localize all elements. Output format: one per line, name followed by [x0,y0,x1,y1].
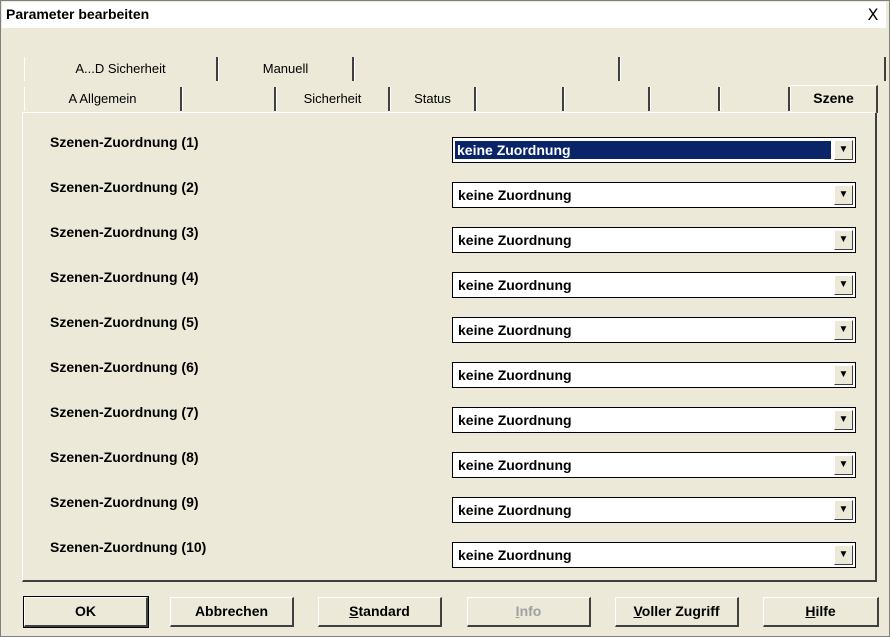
row-label-8: Szenen-Zuordnung (8) [50,449,199,465]
info-button: Info [467,597,591,627]
chevron-down-icon[interactable]: ▼ [834,365,853,385]
scene-assignment-8-select[interactable]: keine Zuordnung ▼ [452,452,856,478]
chevron-down-icon[interactable]: ▼ [834,185,853,205]
combo-value: keine Zuordnung [455,141,831,159]
row-label-2: Szenen-Zuordnung (2) [50,179,199,195]
tab-empty-3[interactable] [182,87,276,111]
scene-assignment-10-select[interactable]: keine Zuordnung ▼ [452,542,856,568]
combo-value: keine Zuordnung [458,187,572,203]
row-label-5: Szenen-Zuordnung (5) [50,314,199,330]
parameter-dialog: Parameter bearbeiten X A...D Sicherheit … [0,0,890,637]
tab-empty-6[interactable] [650,87,720,111]
tab-row-back: A...D Sicherheit Manuell [24,57,890,83]
tab-a-allgemein[interactable]: A Allgemein [24,87,182,111]
row-label-7: Szenen-Zuordnung (7) [50,404,199,420]
full-access-button[interactable]: Voller Zugriff [615,597,739,627]
chevron-down-icon[interactable]: ▼ [834,230,853,250]
tab-sicherheit[interactable]: Sicherheit [276,87,390,111]
scene-assignment-4-select[interactable]: keine Zuordnung ▼ [452,272,856,298]
combo-value: keine Zuordnung [458,547,572,563]
scene-assignment-9-select[interactable]: keine Zuordnung ▼ [452,497,856,523]
combo-value: keine Zuordnung [458,367,572,383]
chevron-down-icon[interactable]: ▼ [834,455,853,475]
tab-manuell[interactable]: Manuell [218,57,354,81]
combo-value: keine Zuordnung [458,502,572,518]
close-icon[interactable]: X [864,5,882,25]
tab-a-d-sicherheit[interactable]: A...D Sicherheit [24,57,218,81]
scene-assignment-3-select[interactable]: keine Zuordnung ▼ [452,227,856,253]
help-mnemonic: H [805,603,816,619]
combo-value: keine Zuordnung [458,277,572,293]
help-button[interactable]: Hilfe [763,597,879,627]
full-access-mnemonic: V [633,603,642,619]
combo-value: keine Zuordnung [458,412,572,428]
tab-row-front: A Allgemein Sicherheit Status Szene [24,85,890,113]
tab-szene[interactable]: Szene [790,85,878,113]
row-label-6: Szenen-Zuordnung (6) [50,359,199,375]
scene-assignment-7-select[interactable]: keine Zuordnung ▼ [452,407,856,433]
standard-mnemonic: S [349,603,359,619]
row-label-10: Szenen-Zuordnung (10) [50,539,207,555]
chevron-down-icon[interactable]: ▼ [834,140,853,160]
chevron-down-icon[interactable]: ▼ [834,320,853,340]
tab-empty-7[interactable] [720,87,790,111]
row-label-9: Szenen-Zuordnung (9) [50,494,199,510]
full-access-label: oller Zugriff [641,603,720,619]
info-label: nfo [519,603,542,619]
help-label: ilfe [815,603,836,619]
ok-button[interactable]: OK [23,596,149,628]
chevron-down-icon[interactable]: ▼ [834,500,853,520]
title-bar: Parameter bearbeiten X [2,2,886,28]
combo-value: keine Zuordnung [458,322,572,338]
tab-status[interactable]: Status [390,87,476,111]
standard-label: tandard [358,603,410,619]
combo-value: keine Zuordnung [458,232,572,248]
combo-value: keine Zuordnung [458,457,572,473]
chevron-down-icon[interactable]: ▼ [834,275,853,295]
cancel-button[interactable]: Abbrechen [170,597,294,627]
row-label-3: Szenen-Zuordnung (3) [50,224,199,240]
tab-empty-5[interactable] [564,87,650,111]
tab-empty-1[interactable] [354,57,620,81]
chevron-down-icon[interactable]: ▼ [834,410,853,430]
scene-assignment-5-select[interactable]: keine Zuordnung ▼ [452,317,856,343]
scene-assignment-6-select[interactable]: keine Zuordnung ▼ [452,362,856,388]
chevron-down-icon[interactable]: ▼ [834,545,853,565]
standard-button[interactable]: Standard [318,597,442,627]
tab-empty-2[interactable] [620,57,886,81]
window-title: Parameter bearbeiten [6,6,150,22]
tab-empty-4[interactable] [476,87,564,111]
row-label-4: Szenen-Zuordnung (4) [50,269,199,285]
scene-assignment-2-select[interactable]: keine Zuordnung ▼ [452,182,856,208]
scene-assignment-1-select[interactable]: keine Zuordnung ▼ [452,137,856,163]
row-label-1: Szenen-Zuordnung (1) [50,134,199,150]
